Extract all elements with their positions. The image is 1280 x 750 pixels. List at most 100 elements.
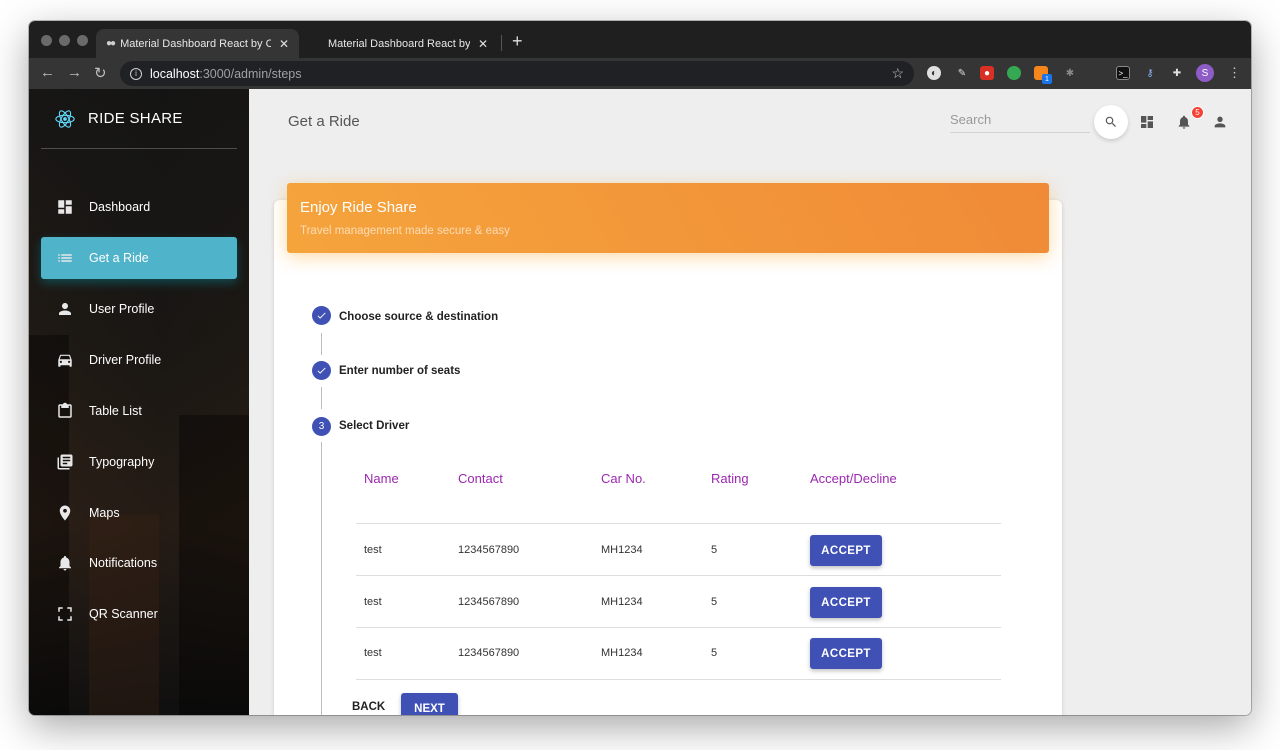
maximize-window-dot[interactable] [77,35,88,46]
url-host: localhost [150,66,200,81]
sidebar-item-driver-profile[interactable]: Driver Profile [41,339,237,381]
tab-strip: ●● Material Dashboard React by C ✕ Mater… [29,21,1251,58]
cell-car-no: MH1234 [601,544,643,556]
sidebar-item-dashboard[interactable]: Dashboard [41,186,237,228]
terminal-icon[interactable]: >_ [1116,66,1130,80]
search-input[interactable]: Search [950,111,1090,133]
list-icon [56,249,74,267]
cell-rating: 5 [711,596,718,608]
cell-contact: 1234567890 [458,647,520,659]
close-tab-icon[interactable]: ✕ [478,37,488,51]
card-title: Enjoy Ride Share [300,199,417,216]
step-connector [321,333,322,355]
table-divider [356,575,1001,576]
back-arrow-icon[interactable]: ← [40,64,55,81]
card-header: Enjoy Ride Share Travel management made … [287,183,1049,253]
cell-name: test [364,647,382,659]
cell-name: test [364,544,382,556]
step-1-label: Choose source & destination [339,311,499,323]
close-window-dot[interactable] [41,35,52,46]
back-button[interactable]: BACK [352,701,385,713]
sidebar-item-user-profile[interactable]: User Profile [41,288,237,330]
accept-button[interactable]: ACCEPT [810,587,882,618]
cell-rating: 5 [711,647,718,659]
sidebar-item-label: Maps [89,506,120,520]
search-icon [1105,116,1116,127]
theme-icon[interactable]: ◐ [927,66,941,80]
step-2-check-icon [312,361,331,380]
next-button[interactable]: NEXT [401,693,458,715]
record-icon[interactable]: ● [980,66,994,80]
cell-name: test [364,596,382,608]
key-icon[interactable]: ⚷ [1143,66,1157,80]
accept-button[interactable]: ACCEPT [810,535,882,566]
tab-favicon-icon: ●● [106,38,116,49]
dashboard-icon [56,198,74,216]
bell-icon [56,554,74,572]
sidebar-item-label: Driver Profile [89,353,162,367]
sidebar-item-label: Typography [89,455,155,469]
notification-badge: 5 [1191,106,1204,119]
sidebar-item-label: Notifications [89,556,158,570]
sidebar-item-label: User Profile [89,302,155,316]
browser-menu-icon[interactable]: ⋮ [1228,65,1241,81]
sidebar-item-maps[interactable]: Maps [41,492,237,534]
address-bar[interactable]: i localhost:3000/admin/steps ☆ [120,61,914,86]
brand[interactable]: RIDE SHARE [29,89,249,149]
sidebar-item-typography[interactable]: Typography [41,441,237,483]
reload-icon[interactable]: ↻ [94,64,107,82]
browser-window: ●● Material Dashboard React by C ✕ Mater… [29,21,1251,715]
table-divider [356,523,1001,524]
column-header-accept-decline: Accept/Decline [810,471,897,486]
tab-title: Material Dashboard React by C [328,37,470,50]
person-icon[interactable] [1212,114,1228,130]
table-divider [356,679,1001,680]
library-books-icon [56,453,74,471]
column-header-rating: Rating [711,471,749,486]
column-header-name: Name [364,471,399,486]
sidebar-item-get-a-ride[interactable]: Get a Ride [41,237,237,279]
minimize-window-dot[interactable] [59,35,70,46]
location-pin-icon [56,504,74,522]
pen-icon[interactable]: ✎ [955,66,969,80]
tab-divider [501,35,502,51]
scan-frame-icon [56,605,74,623]
bug-icon[interactable]: ✱ [1063,66,1077,80]
leaf-icon[interactable] [1007,66,1021,80]
sidebar-item-label: Table List [89,404,142,418]
cell-contact: 1234567890 [458,544,520,556]
step-1-check-icon [312,306,331,325]
sidebar-item-table-list[interactable]: Table List [41,390,237,432]
profile-avatar[interactable]: S [1196,64,1214,82]
main-content: Get a Ride Search 5 Enjoy Ride Share Tra… [249,89,1251,715]
sidebar-item-notifications[interactable]: Notifications [41,542,237,584]
cell-car-no: MH1234 [601,647,643,659]
url-path: :3000/admin/steps [199,66,302,81]
dashboard-icon[interactable] [1139,114,1155,130]
sidebar-item-label: Dashboard [89,200,151,214]
forward-arrow-icon[interactable]: → [67,64,82,81]
search-button[interactable] [1094,105,1128,139]
accept-button[interactable]: ACCEPT [810,638,882,669]
cell-rating: 5 [711,544,718,556]
tab-title: Material Dashboard React by C [120,37,271,50]
sidebar-item-qr-scanner[interactable]: QR Scanner [41,593,237,635]
browser-tab-2[interactable]: Material Dashboard React by C ✕ [318,29,498,58]
toolbar: ← → ↻ i localhost:3000/admin/steps ☆ ◐ ✎… [29,58,1251,89]
sidebar: RIDE SHARE Dashboard Get a Ride User Pro… [29,89,249,715]
close-tab-icon[interactable]: ✕ [279,37,289,51]
bookmark-star-icon[interactable]: ☆ [891,65,904,82]
sidebar-item-label: Get a Ride [89,251,149,265]
bell-icon[interactable] [1176,114,1192,130]
step-connector [321,387,322,409]
step-3-label: Select Driver [339,420,410,432]
cell-contact: 1234567890 [458,596,520,608]
browser-tab-1[interactable]: ●● Material Dashboard React by C ✕ [96,29,299,58]
puzzle-icon[interactable]: ✚ [1170,66,1184,80]
cell-car-no: MH1234 [601,596,643,608]
new-tab-icon[interactable]: + [512,31,523,52]
sidebar-item-label: QR Scanner [89,607,158,621]
step-3-number: 3 [312,417,331,436]
brand-divider [41,148,237,149]
info-icon[interactable]: i [130,67,142,80]
